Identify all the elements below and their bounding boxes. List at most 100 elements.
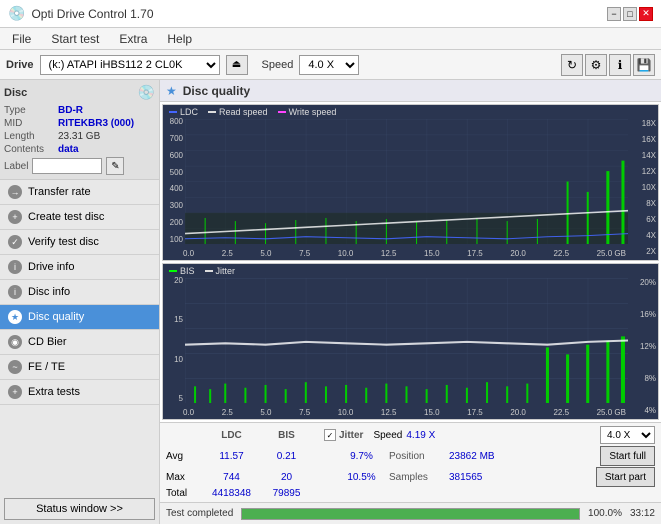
- bis-color: [169, 270, 177, 272]
- avg-label: Avg: [166, 451, 204, 462]
- minimize-button[interactable]: −: [607, 7, 621, 21]
- jitter-checkbox-container: ✓ Jitter: [324, 429, 363, 441]
- left-panel: Disc 💿 Type BD-R MID RITEKBR3 (000) Leng…: [0, 80, 160, 524]
- maximize-button[interactable]: □: [623, 7, 637, 21]
- ldc-header: LDC: [204, 430, 259, 441]
- menu-start-test[interactable]: Start test: [47, 31, 103, 47]
- chart1-x-axis: 0.0 2.5 5.0 7.5 10.0 12.5 15.0 17.5 20.0…: [183, 249, 626, 258]
- disc-contents-row: Contents data: [4, 144, 155, 155]
- disc-length-row: Length 23.31 GB: [4, 131, 155, 142]
- toolbar-icons: ↻ ⚙ ℹ 💾: [561, 54, 655, 76]
- samples-value: 381565: [449, 472, 519, 483]
- title-bar-left: 💿 Opti Drive Control 1.70: [8, 5, 154, 22]
- nav-extra-tests[interactable]: + Extra tests: [0, 380, 159, 405]
- status-bar: Test completed 100.0% 33:12: [160, 502, 661, 524]
- quality-header: ★ Disc quality: [160, 80, 661, 102]
- jitter-checkbox[interactable]: ✓: [324, 429, 336, 441]
- nav-verify-test-disc[interactable]: ✓ Verify test disc: [0, 230, 159, 255]
- max-label: Max: [166, 472, 204, 483]
- transfer-rate-icon: →: [8, 185, 22, 199]
- drive-info-icon: i: [8, 260, 22, 274]
- avg-bis: 0.21: [259, 451, 314, 462]
- window-controls: − □ ✕: [607, 7, 653, 21]
- nav-fe-te-label: FE / TE: [28, 361, 65, 373]
- refresh-button[interactable]: ↻: [561, 54, 583, 76]
- start-part-button[interactable]: Start part: [596, 467, 655, 487]
- menu-help[interactable]: Help: [163, 31, 196, 47]
- jitter-header: Jitter: [339, 430, 363, 441]
- create-test-disc-icon: +: [8, 210, 22, 224]
- length-value: 23.31 GB: [58, 131, 100, 142]
- disc-quality-icon: ★: [8, 310, 22, 324]
- nav-cd-bier[interactable]: ◉ CD Bier: [0, 330, 159, 355]
- drive-select[interactable]: (k:) ATAPI iHBS112 2 CL0K: [40, 55, 220, 75]
- disc-section: Disc 💿 Type BD-R MID RITEKBR3 (000) Leng…: [0, 80, 159, 180]
- info-button[interactable]: ℹ: [609, 54, 631, 76]
- max-ldc: 744: [204, 472, 259, 483]
- eject-button[interactable]: ⏏: [226, 55, 248, 75]
- cd-bier-icon: ◉: [8, 335, 22, 349]
- save-button[interactable]: 💾: [633, 54, 655, 76]
- legend-bis: BIS: [169, 266, 195, 276]
- position-label: Position: [389, 451, 449, 462]
- nav-fe-te[interactable]: ~ FE / TE: [0, 355, 159, 380]
- bis-header: BIS: [259, 430, 314, 441]
- start-full-button[interactable]: Start full: [600, 446, 655, 466]
- mid-value: RITEKBR3 (000): [58, 118, 134, 129]
- chart1-y-axis-left: 800 700 600 500 400 300 200 100: [163, 105, 185, 260]
- drive-bar: Drive (k:) ATAPI iHBS112 2 CL0K ⏏ Speed …: [0, 50, 661, 80]
- verify-test-disc-icon: ✓: [8, 235, 22, 249]
- nav-transfer-rate-label: Transfer rate: [28, 186, 91, 198]
- status-time: 33:12: [630, 508, 655, 519]
- speed-select-stats[interactable]: 4.0 X: [600, 426, 655, 444]
- jitter-label: Jitter: [216, 266, 236, 276]
- status-window-button[interactable]: Status window >>: [4, 498, 155, 520]
- right-panel: ★ Disc quality LDC Read speed: [160, 80, 661, 524]
- length-label: Length: [4, 131, 56, 142]
- nav-disc-quality[interactable]: ★ Disc quality: [0, 305, 159, 330]
- speed-select[interactable]: 4.0 X: [299, 55, 359, 75]
- speed-value: 4.19 X: [406, 430, 435, 441]
- avg-jitter: 9.7%: [334, 451, 389, 462]
- label-edit-button[interactable]: ✎: [106, 157, 124, 175]
- read-speed-color: [208, 111, 216, 113]
- chart1-svg: [185, 119, 628, 244]
- label-input[interactable]: [32, 158, 102, 174]
- chart1: LDC Read speed Write speed 800 700: [162, 104, 659, 261]
- max-jitter: 10.5%: [334, 472, 389, 483]
- disc-header: Disc 💿: [4, 84, 155, 101]
- ldc-label: LDC: [180, 107, 198, 117]
- progress-percent: 100.0%: [588, 508, 622, 519]
- extra-tests-icon: +: [8, 385, 22, 399]
- stats-area: LDC BIS ✓ Jitter Speed 4.19 X 4.0 X: [160, 422, 661, 502]
- nav-disc-info[interactable]: i Disc info: [0, 280, 159, 305]
- nav-disc-info-label: Disc info: [28, 286, 70, 298]
- charts-area: LDC Read speed Write speed 800 700: [160, 102, 661, 422]
- close-button[interactable]: ✕: [639, 7, 653, 21]
- bis-label: BIS: [180, 266, 195, 276]
- menu-file[interactable]: File: [8, 31, 35, 47]
- quality-title: Disc quality: [183, 84, 250, 98]
- settings-button[interactable]: ⚙: [585, 54, 607, 76]
- nav-verify-test-disc-label: Verify test disc: [28, 236, 99, 248]
- disc-title: Disc: [4, 87, 27, 99]
- nav-cd-bier-label: CD Bier: [28, 336, 67, 348]
- nav-transfer-rate[interactable]: → Transfer rate: [0, 180, 159, 205]
- status-text: Test completed: [166, 508, 233, 519]
- nav-drive-info[interactable]: i Drive info: [0, 255, 159, 280]
- legend-ldc: LDC: [169, 107, 198, 117]
- nav-create-test-disc[interactable]: + Create test disc: [0, 205, 159, 230]
- disc-icon: 💿: [138, 84, 155, 101]
- title-bar: 💿 Opti Drive Control 1.70 − □ ✕: [0, 0, 661, 28]
- type-value: BD-R: [58, 105, 83, 116]
- total-ldc: 4418348: [204, 488, 259, 499]
- chart2-y-axis-right: 20% 16% 12% 8% 4%: [630, 264, 658, 419]
- menu-extra[interactable]: Extra: [115, 31, 151, 47]
- total-bis: 79895: [259, 488, 314, 499]
- chart2-x-axis: 0.0 2.5 5.0 7.5 10.0 12.5 15.0 17.5 20.0…: [183, 408, 626, 417]
- total-label: Total: [166, 488, 204, 499]
- position-value: 23862 MB: [449, 451, 519, 462]
- write-speed-color: [278, 111, 286, 113]
- speed-info: Speed 4.19 X: [373, 430, 435, 441]
- disc-type-row: Type BD-R: [4, 105, 155, 116]
